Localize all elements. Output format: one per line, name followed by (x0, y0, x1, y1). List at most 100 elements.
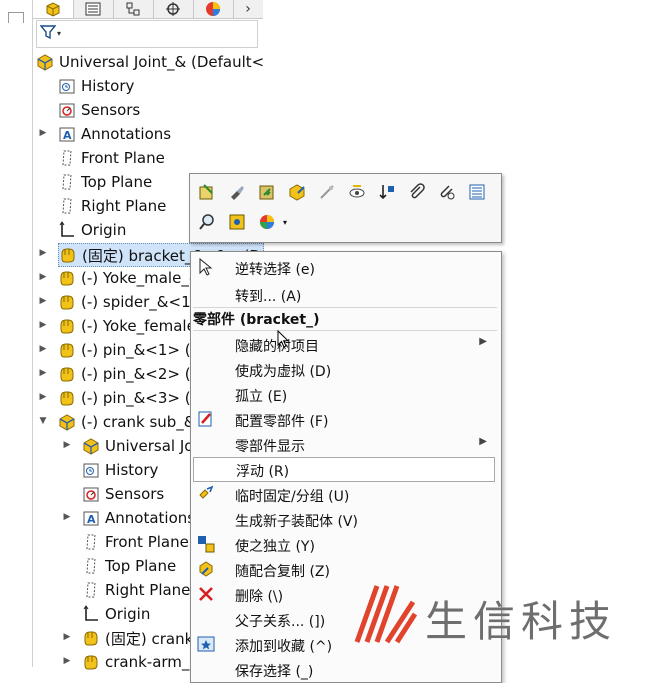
expand-right-icon[interactable]: ▶ (62, 512, 72, 522)
menu-item-go-to[interactable]: 转到... (A) (191, 282, 499, 307)
menu-item-component-display[interactable]: 零部件显示 ▶ (191, 432, 499, 457)
origin-icon (59, 221, 74, 237)
sensors-icon (59, 103, 75, 118)
menu-item-temporary-fix-group[interactable]: 临时固定/分组 (U) (191, 482, 499, 507)
tree-item[interactable]: Top Plane (82, 555, 176, 577)
tree-item-label: Sensors (105, 485, 165, 503)
tree-item[interactable]: Sensors (82, 483, 164, 505)
dimxpert-tab[interactable] (153, 0, 194, 18)
tree-item[interactable]: Right Plane (58, 195, 166, 217)
tree-item[interactable]: (固定) crank- (82, 627, 199, 649)
tree-item[interactable]: A Annotations (58, 123, 171, 145)
part-icon (60, 367, 74, 382)
history-icon (83, 463, 99, 478)
watermark: 生信科技 (353, 580, 663, 650)
plane-icon (86, 534, 96, 550)
menu-item-hidden-tree-items[interactable]: 隐藏的树项目 ▶ (191, 332, 499, 357)
view-button[interactable] (347, 182, 367, 202)
tab-scroll-right[interactable]: › (233, 0, 263, 18)
menu-item-new-subassembly[interactable]: 生成新子装配体 (V) (191, 507, 499, 532)
plane-icon (62, 174, 72, 190)
menu-item-float[interactable]: 浮动 (R) (193, 457, 495, 482)
hide-show-button[interactable] (227, 182, 247, 202)
menu-separator (193, 330, 497, 331)
left-panel-strip (0, 0, 33, 667)
sensors-icon (83, 487, 99, 502)
tree-item[interactable]: Front Plane (58, 147, 165, 169)
tree-item-label: Annotations (105, 509, 196, 527)
menu-section-header: 零部件 (bracket_) (193, 312, 320, 328)
filter-icon (40, 25, 56, 40)
expand-right-icon[interactable]: ▶ (38, 272, 48, 282)
expand-right-icon[interactable]: ▶ (62, 632, 72, 642)
filter-dropdown-icon[interactable]: ▾ (57, 29, 61, 38)
configuration-manager-tab[interactable] (113, 0, 154, 18)
tree-item-label: Annotations (81, 125, 172, 143)
expand-right-icon[interactable]: ▶ (38, 296, 48, 306)
watermark-text: 生信科技 (425, 597, 618, 646)
expand-right-icon[interactable]: ▶ (38, 248, 48, 258)
collapse-handle-icon[interactable] (8, 12, 24, 23)
menu-item-copy-with-mates[interactable]: 随配合复制 (Z) (191, 557, 499, 582)
display-manager-tab[interactable] (193, 0, 234, 18)
tree-item[interactable]: Front Plane (82, 531, 189, 553)
tree-item[interactable]: Origin (58, 219, 126, 241)
suppress-button[interactable] (317, 182, 337, 202)
expand-right-icon[interactable]: ▶ (38, 368, 48, 378)
subassembly-icon (59, 414, 75, 431)
tree-item[interactable]: History (82, 459, 158, 481)
tree-root[interactable]: Universal Joint_& (Default< (36, 51, 264, 73)
view-mates-button[interactable] (437, 182, 457, 202)
tree-item-label: Right Plane (81, 197, 167, 215)
expand-right-icon[interactable]: ▶ (38, 320, 48, 330)
tree-item-label: Top Plane (81, 173, 153, 191)
part-icon (60, 391, 74, 406)
expand-right-icon[interactable]: ▶ (38, 392, 48, 402)
menu-item-make-virtual[interactable]: 使成为虚拟 (D) (191, 357, 499, 382)
expand-down-icon[interactable]: ▼ (38, 416, 48, 426)
edit-part-button[interactable] (197, 182, 217, 202)
property-manager-tab[interactable] (73, 0, 114, 18)
tree-item[interactable]: crank-arm_& (82, 651, 201, 673)
menu-item-make-independent[interactable]: 使之独立 (Y) (191, 532, 499, 557)
plane-icon (62, 150, 72, 166)
context-toolbar: ▾ (189, 173, 502, 243)
tree-item-label: Front Plane (105, 533, 189, 551)
appearance-button[interactable] (257, 212, 277, 232)
menu-item-invert-selection[interactable]: 逆转选择 (e) (191, 255, 499, 280)
tree-item[interactable]: Top Plane (58, 171, 152, 193)
menu-item-save-selection[interactable]: 保存选择 (_) (191, 657, 499, 682)
normal-to-button[interactable] (227, 212, 247, 232)
move-triad-icon (379, 185, 394, 200)
expand-right-icon[interactable]: ▶ (38, 128, 48, 138)
component-properties-button[interactable] (467, 182, 487, 202)
submenu-arrow-icon: ▶ (479, 336, 487, 347)
tree-item[interactable]: Sensors (58, 99, 140, 121)
manager-tabs: › (33, 0, 263, 19)
change-transparency-button[interactable] (257, 182, 277, 202)
move-with-triad-button[interactable] (377, 182, 397, 202)
tree-item[interactable]: A Annotations (82, 507, 195, 529)
menu-item-isolate[interactable]: 孤立 (E) (191, 382, 499, 407)
open-part-button[interactable] (287, 182, 307, 202)
tree-item-label: Origin (105, 605, 151, 623)
expand-right-icon[interactable]: ▶ (62, 656, 72, 666)
properties-list-icon (469, 184, 485, 200)
svg-text:A: A (63, 129, 72, 142)
mate-button[interactable] (407, 182, 427, 202)
tree-item[interactable]: Origin (82, 603, 150, 625)
tree-item-label: Front Plane (81, 149, 165, 167)
expand-right-icon[interactable]: ▶ (38, 344, 48, 354)
feature-manager-tab[interactable] (33, 0, 74, 18)
appearance-dropdown-icon[interactable]: ▾ (279, 212, 291, 232)
subassembly-icon (83, 438, 99, 455)
tree-item[interactable]: Right Plane (82, 579, 190, 601)
expand-right-icon[interactable]: ▶ (62, 440, 72, 450)
tree-item[interactable]: History (58, 75, 134, 97)
tree-item-label: crank-arm_& (105, 653, 202, 671)
tree-filter-bar[interactable]: ▾ (36, 20, 258, 48)
menu-item-configure-component[interactable]: 配置零部件 (F) (191, 407, 499, 432)
configure-component-icon (198, 411, 212, 427)
assembly-icon (37, 54, 53, 71)
zoom-to-selection-button[interactable] (197, 212, 217, 232)
